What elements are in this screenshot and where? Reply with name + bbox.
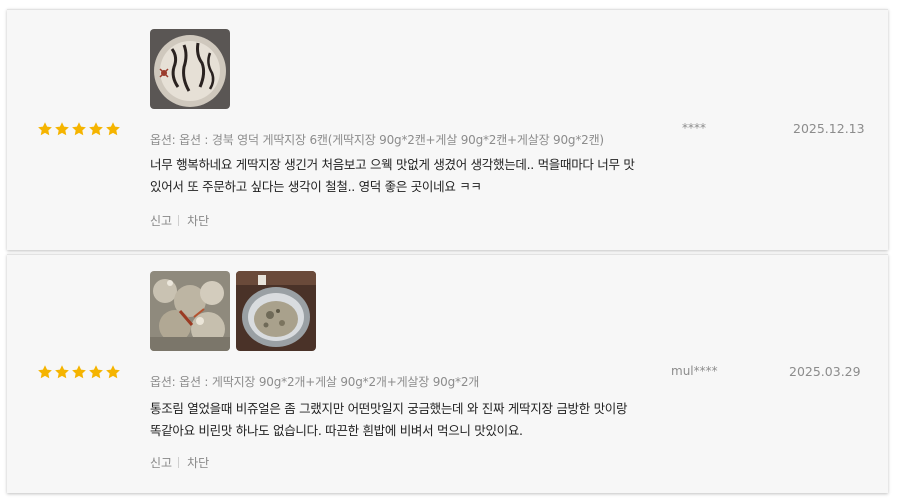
review-actions: 신고 차단 bbox=[150, 454, 209, 471]
divider bbox=[178, 457, 180, 468]
review-actions: 신고 차단 bbox=[150, 212, 209, 229]
review-photo-open-can[interactable] bbox=[236, 271, 316, 351]
review-photos bbox=[150, 29, 230, 109]
review-date: 2025.12.13 bbox=[793, 121, 865, 136]
review-photo-crab-meat[interactable] bbox=[150, 271, 230, 351]
star-icon bbox=[71, 121, 87, 137]
star-icon bbox=[88, 364, 104, 380]
review-option: 옵션: 옵션 : 게딱지장 90g*2개+게살 90g*2개+게살장 90g*2… bbox=[150, 375, 480, 389]
review-photos bbox=[150, 271, 316, 351]
star-icon bbox=[105, 364, 121, 380]
rating-stars bbox=[37, 121, 121, 137]
review-item: 옵션: 옵션 : 경북 영덕 게딱지장 6캔(게딱지장 90g*2캔+게살 90… bbox=[7, 9, 888, 250]
review-content: 통조림 열었을때 비쥬얼은 좀 그랬지만 어떤맛일지 궁금했는데 와 진짜 게딱… bbox=[150, 401, 628, 438]
star-icon bbox=[37, 364, 53, 380]
star-icon bbox=[88, 121, 104, 137]
review-author: mul**** bbox=[671, 364, 718, 378]
review-content: 너무 행복하네요 게딱지장 생긴거 처음보고 으웩 맛없게 생겼어 생각했는데.… bbox=[150, 157, 635, 194]
rating-stars bbox=[37, 364, 121, 380]
review-list: 옵션: 옵션 : 경북 영덕 게딱지장 6캔(게딱지장 90g*2캔+게살 90… bbox=[0, 0, 897, 500]
review-item: 옵션: 옵션 : 게딱지장 90g*2개+게살 90g*2개+게살장 90g*2… bbox=[7, 254, 888, 493]
star-icon bbox=[37, 121, 53, 137]
block-link[interactable]: 차단 bbox=[187, 212, 209, 229]
star-icon bbox=[71, 364, 87, 380]
star-icon bbox=[105, 121, 121, 137]
divider bbox=[178, 215, 180, 226]
review-option: 옵션: 옵션 : 경북 영덕 게딱지장 6캔(게딱지장 90g*2캔+게살 90… bbox=[150, 133, 604, 147]
review-author: **** bbox=[682, 121, 706, 135]
block-link[interactable]: 차단 bbox=[187, 454, 209, 471]
review-date: 2025.03.29 bbox=[789, 364, 861, 379]
report-link[interactable]: 신고 bbox=[150, 454, 172, 471]
report-link[interactable]: 신고 bbox=[150, 212, 172, 229]
star-icon bbox=[54, 121, 70, 137]
review-photo-jar-lid[interactable] bbox=[150, 29, 230, 109]
star-icon bbox=[54, 364, 70, 380]
